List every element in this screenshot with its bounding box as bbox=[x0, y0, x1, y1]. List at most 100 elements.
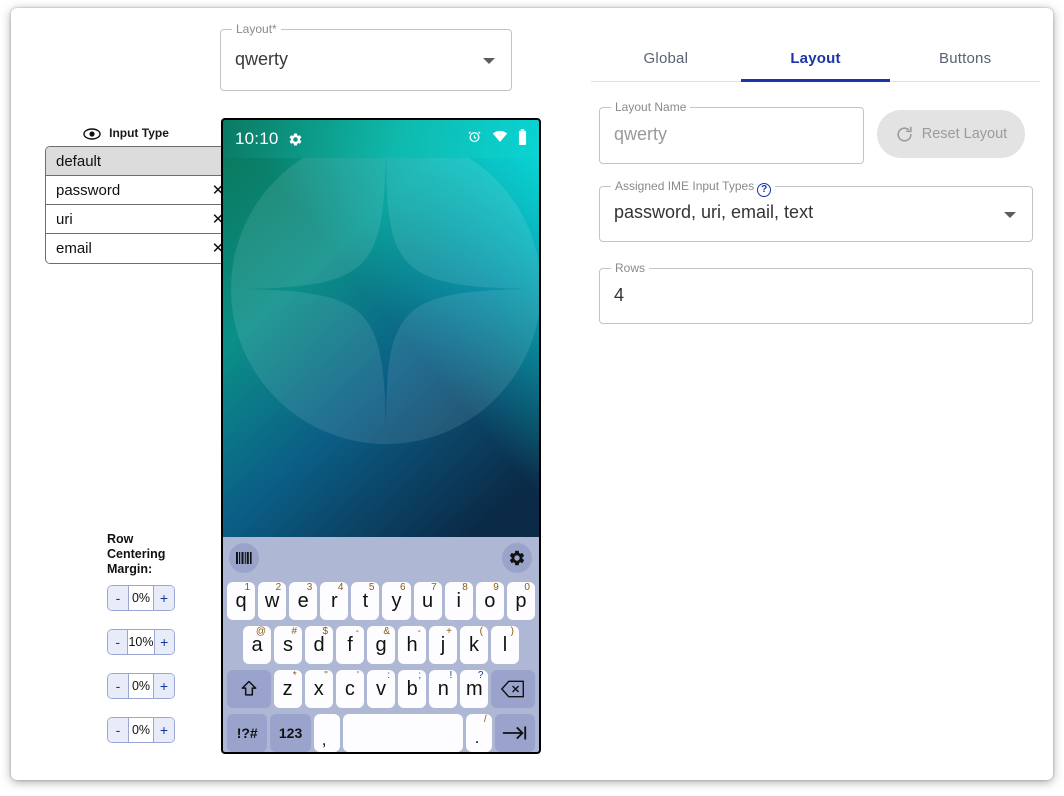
rows-input[interactable]: Rows 4 bbox=[599, 261, 1033, 324]
key-d[interactable]: d $ bbox=[305, 626, 333, 664]
backspace-key[interactable] bbox=[491, 670, 536, 708]
enter-key[interactable] bbox=[494, 714, 536, 752]
ime-input-types-select[interactable]: Assigned IME Input Types? password, uri,… bbox=[599, 179, 1033, 242]
row-margin-stepper-4[interactable]: - 0% + bbox=[107, 717, 175, 743]
key-j[interactable]: j + bbox=[429, 626, 457, 664]
key-label: c bbox=[344, 678, 355, 700]
key-l[interactable]: l) bbox=[491, 626, 519, 664]
key-label: y bbox=[391, 590, 402, 612]
list-item[interactable]: uri ✕ bbox=[46, 205, 232, 234]
key-label: q bbox=[235, 590, 247, 612]
space-key[interactable] bbox=[342, 714, 463, 752]
row-margin-value: 0% bbox=[128, 718, 154, 742]
decrement-button[interactable]: - bbox=[108, 630, 128, 654]
key-i[interactable]: i8 bbox=[444, 582, 473, 620]
increment-button[interactable]: + bbox=[154, 630, 174, 654]
key-superscript: ' bbox=[357, 670, 359, 681]
row-margin-stepper-3[interactable]: - 0% + bbox=[107, 673, 175, 699]
layout-select[interactable]: Layout* qwerty bbox=[220, 22, 512, 91]
layout-name-value: qwerty bbox=[614, 124, 668, 144]
keyboard-preview: q1 w2 e3 r4 t5 y6 u7 i8 o9 p0 a @ s # d $ f… bbox=[223, 537, 539, 752]
key-label: m bbox=[466, 678, 483, 700]
layout-select-value: qwerty bbox=[235, 49, 289, 69]
key-superscript: ( bbox=[479, 626, 483, 637]
key-h[interactable]: h- bbox=[398, 626, 426, 664]
key-superscript: ; bbox=[418, 670, 422, 681]
ime-input-types-value: password, uri, email, text bbox=[614, 202, 814, 222]
key-c[interactable]: c ' bbox=[335, 670, 364, 708]
key-f[interactable]: f- bbox=[336, 626, 364, 664]
list-item[interactable]: default bbox=[46, 147, 232, 176]
tab-buttons[interactable]: Buttons bbox=[890, 36, 1040, 81]
chevron-down-icon[interactable] bbox=[483, 58, 495, 64]
barcode-icon[interactable] bbox=[229, 543, 259, 573]
increment-button[interactable]: + bbox=[154, 674, 174, 698]
key-k[interactable]: k( bbox=[460, 626, 488, 664]
keyboard-row-4: !?# 123 , . / bbox=[223, 713, 539, 752]
key-o[interactable]: o9 bbox=[475, 582, 504, 620]
decrement-button[interactable]: - bbox=[108, 718, 128, 742]
key-u[interactable]: u7 bbox=[413, 582, 442, 620]
chevron-down-icon[interactable] bbox=[1004, 212, 1016, 218]
shift-key[interactable] bbox=[227, 670, 271, 708]
key-p[interactable]: p0 bbox=[506, 582, 535, 620]
key-z[interactable]: z * bbox=[273, 670, 302, 708]
decrement-button[interactable]: - bbox=[108, 674, 128, 698]
phone-status-bar: 10:10 bbox=[223, 120, 539, 158]
decrement-button[interactable]: - bbox=[108, 586, 128, 610]
key-m[interactable]: m? bbox=[460, 670, 489, 708]
row-margin-stepper-1[interactable]: - 0% + bbox=[107, 585, 175, 611]
key-superscript: # bbox=[291, 626, 297, 637]
key-superscript: & bbox=[383, 626, 390, 637]
keyboard-row-1: q1 w2 e3 r4 t5 y6 u7 i8 o9 p0 bbox=[223, 581, 539, 621]
period-key[interactable]: . / bbox=[465, 714, 492, 752]
numbers-key[interactable]: 123 bbox=[270, 714, 311, 752]
tab-label: Global bbox=[643, 50, 689, 67]
key-x[interactable]: x " bbox=[304, 670, 333, 708]
battery-icon bbox=[518, 128, 527, 150]
layout-name-input[interactable]: Layout Name qwerty bbox=[599, 100, 864, 164]
alarm-icon bbox=[467, 129, 482, 149]
key-label: x bbox=[313, 678, 324, 700]
key-label: u bbox=[422, 590, 434, 612]
key-s[interactable]: s # bbox=[274, 626, 302, 664]
row-margin-value: 10% bbox=[127, 630, 155, 654]
tab-global[interactable]: Global bbox=[591, 36, 741, 81]
input-type-name: email bbox=[56, 240, 92, 257]
key-n[interactable]: n! bbox=[429, 670, 458, 708]
key-superscript: 8 bbox=[462, 582, 468, 593]
increment-button[interactable]: + bbox=[154, 586, 174, 610]
list-item[interactable]: password ✕ bbox=[46, 176, 232, 205]
tab-layout[interactable]: Layout bbox=[740, 36, 891, 82]
ime-input-types-legend: Assigned IME Input Types? bbox=[611, 179, 776, 197]
key-superscript: / bbox=[483, 714, 487, 725]
ime-input-types-legend-text: Assigned IME Input Types bbox=[615, 179, 755, 193]
symbols-key[interactable]: !?# bbox=[227, 714, 268, 752]
list-item[interactable]: email ✕ bbox=[46, 234, 232, 263]
key-b[interactable]: b; bbox=[398, 670, 427, 708]
input-type-name: default bbox=[56, 152, 102, 170]
key-label: e bbox=[297, 590, 309, 612]
comma-key[interactable]: , bbox=[313, 714, 340, 752]
gear-icon[interactable] bbox=[502, 543, 532, 573]
reset-layout-button[interactable]: Reset Layout bbox=[877, 110, 1025, 158]
increment-button[interactable]: + bbox=[154, 718, 174, 742]
key-label: l bbox=[502, 634, 508, 656]
keyboard-toolbar bbox=[223, 537, 539, 579]
key-w[interactable]: w2 bbox=[258, 582, 287, 620]
key-superscript: * bbox=[292, 670, 297, 681]
key-a[interactable]: a @ bbox=[243, 626, 271, 664]
key-e[interactable]: e3 bbox=[289, 582, 318, 620]
key-r[interactable]: r4 bbox=[320, 582, 349, 620]
key-v[interactable]: v: bbox=[366, 670, 396, 708]
help-icon[interactable]: ? bbox=[757, 183, 772, 197]
key-y[interactable]: y6 bbox=[382, 582, 411, 620]
key-superscript: ) bbox=[510, 626, 514, 637]
row-margin-stepper-2[interactable]: - 10% + bbox=[107, 629, 175, 655]
input-type-label: Input Type bbox=[109, 126, 169, 140]
key-g[interactable]: g & bbox=[367, 626, 395, 664]
rows-legend: Rows bbox=[611, 261, 650, 275]
key-t[interactable]: t5 bbox=[351, 582, 380, 620]
key-q[interactable]: q1 bbox=[227, 582, 256, 620]
row-centering-margin-panel: Row Centering Margin: - 0% + - 10% + - 0… bbox=[107, 532, 199, 743]
